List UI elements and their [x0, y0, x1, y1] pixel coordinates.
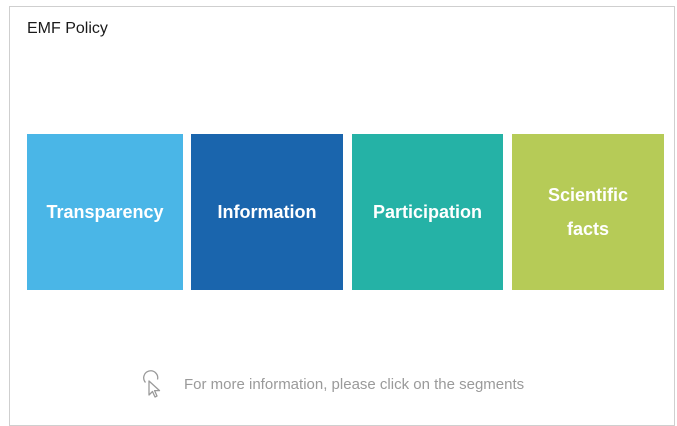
segment-scientific-facts[interactable]: Scientific facts [512, 134, 664, 290]
panel-title: EMF Policy [27, 20, 108, 37]
segment-label: Scientific facts [547, 185, 629, 239]
segment-label: Transparency [46, 202, 164, 222]
segment-information[interactable]: Information [191, 134, 343, 290]
hint-text: For more information, please click on th… [184, 375, 525, 393]
pointer-click-icon [143, 370, 161, 398]
emf-policy-panel: EMF Policy Transparency Information Part… [9, 6, 675, 426]
hint-row: For more information, please click on th… [140, 370, 524, 398]
segment-transparency[interactable]: Transparency [27, 134, 183, 290]
segment-participation[interactable]: Participation [352, 134, 503, 290]
segment-label: Participation [372, 202, 483, 222]
segment-label: Information [217, 202, 317, 222]
